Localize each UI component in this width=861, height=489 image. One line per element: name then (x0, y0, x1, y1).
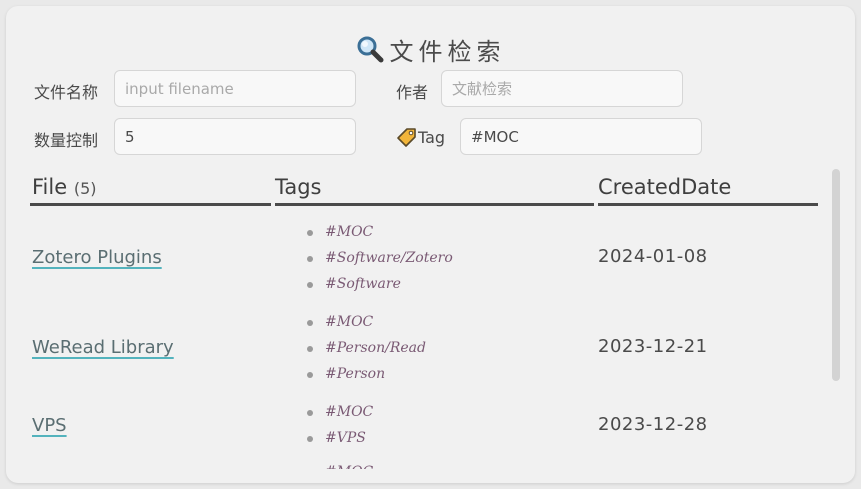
tag-item[interactable]: #Software/Zotero (303, 245, 453, 271)
tag-item[interactable]: #Person (303, 361, 426, 387)
tag-item[interactable]: #MOC (303, 219, 453, 245)
tag-item[interactable]: #MOC (303, 309, 426, 335)
author-label: 作者 (396, 83, 429, 102)
tag-list: #MOC #Software/Zotero #Software (303, 219, 453, 297)
tag-list: #MOC #VPS (303, 399, 373, 451)
panel-title: 文件检索 (6, 32, 855, 69)
file-header-label: File (32, 175, 68, 199)
tag-list: #MOC (303, 459, 373, 469)
scrollbar-thumb[interactable] (832, 169, 840, 381)
count-input[interactable] (114, 118, 356, 155)
results-table: File (5) Tags CreatedDate Zotero Plugins… (30, 169, 818, 469)
title-text: 文件检索 (389, 38, 506, 66)
tag-label: Tag (396, 126, 445, 148)
tag-label-text: Tag (418, 128, 446, 147)
filename-input[interactable] (114, 70, 356, 107)
tag-item[interactable]: #MOC (303, 459, 373, 469)
tag-item[interactable]: #MOC (303, 399, 373, 425)
file-count: (5) (73, 179, 97, 198)
created-column-header[interactable]: CreatedDate (598, 175, 731, 199)
file-link[interactable]: WeRead Library (32, 337, 174, 358)
tag-item[interactable]: #Person/Read (303, 335, 426, 361)
file-column-header[interactable]: File (5) (32, 175, 97, 199)
header-divider (598, 203, 818, 206)
filename-label: 文件名称 (34, 83, 99, 102)
tag-input[interactable] (460, 118, 702, 155)
header-divider (275, 203, 594, 206)
magnifier-icon (356, 35, 384, 69)
created-date: 2023-12-21 (598, 336, 708, 357)
count-label: 数量控制 (34, 131, 99, 150)
tag-icon (397, 128, 416, 147)
created-date: 2024-01-08 (598, 246, 708, 267)
file-link[interactable]: VPS (32, 415, 67, 436)
tag-list: #MOC #Person/Read #Person (303, 309, 426, 387)
tags-column-header[interactable]: Tags (275, 175, 322, 199)
author-input[interactable] (441, 70, 683, 107)
tag-item[interactable]: #Software (303, 271, 453, 297)
created-date: 2023-12-28 (598, 414, 708, 435)
header-divider (30, 203, 271, 206)
file-search-panel: 文件检索 文件名称 作者 数量控制 Tag File (5) Tags Crea… (6, 6, 855, 483)
tag-item[interactable]: #VPS (303, 425, 373, 451)
file-link[interactable]: Zotero Plugins (32, 247, 162, 268)
